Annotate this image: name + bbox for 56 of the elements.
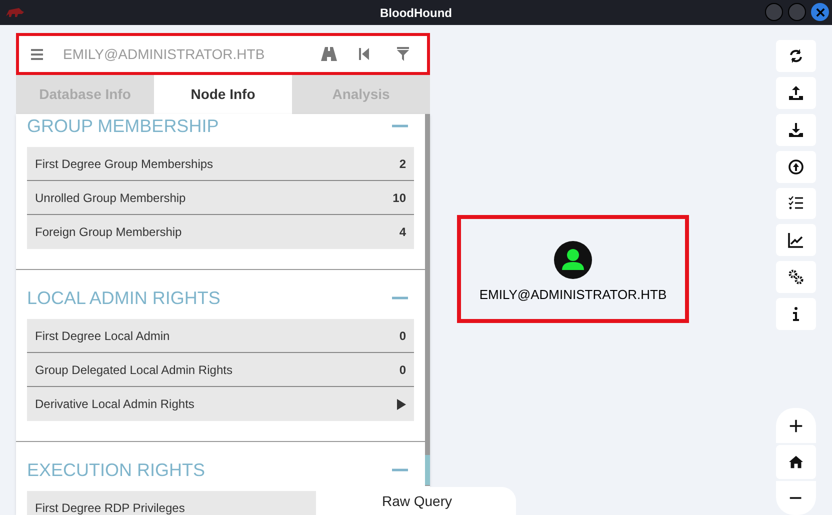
node-label: EMILY@ADMINISTRATOR.HTB (479, 286, 667, 304)
play-icon (397, 398, 406, 410)
row-count: 0 (399, 362, 406, 378)
road-icon[interactable] (321, 47, 337, 61)
info-row[interactable]: First Degree Group Memberships 2 (27, 147, 414, 181)
toolbar-button[interactable] (776, 188, 816, 220)
download-icon (788, 122, 804, 138)
dog-icon (5, 6, 25, 18)
toolbar-button[interactable] (776, 150, 816, 182)
raw-query-tab[interactable]: Raw Query (318, 487, 516, 515)
info-row[interactable]: Group Delegated Local Admin Rights 0 (27, 353, 414, 387)
checklist-icon (788, 195, 804, 212)
row-label: First Degree Group Memberships (35, 156, 214, 172)
upload-icon (788, 84, 804, 101)
row-label: Group Delegated Local Admin Rights (35, 362, 232, 378)
tab[interactable]: Node Info (154, 75, 292, 114)
zoom-in-button[interactable] (776, 408, 816, 443)
close-button[interactable] (811, 3, 829, 21)
section-heading: EXECUTION RIGHTS (27, 458, 206, 482)
search-value: EMILY@ADMINISTRATOR.HTB (63, 44, 266, 64)
row-count: 4 (399, 224, 406, 241)
toolbar-button[interactable] (776, 298, 816, 330)
menu-icon[interactable] (31, 48, 43, 60)
filter-icon[interactable] (397, 47, 409, 61)
info-row[interactable]: Unrolled Group Membership 10 (27, 181, 414, 215)
user-icon (554, 241, 592, 280)
toolbar-button[interactable] (776, 114, 816, 146)
toolbar-button[interactable] (776, 40, 816, 72)
row-label: Unrolled Group Membership (35, 190, 186, 206)
home-icon (789, 455, 803, 469)
toolbar-button[interactable] (776, 224, 816, 256)
window-title: BloodHound (379, 4, 453, 22)
info-row[interactable]: Derivative Local Admin Rights (27, 387, 414, 421)
section-heading: LOCAL ADMIN RIGHTS (27, 286, 220, 310)
toolbar-button[interactable] (776, 76, 816, 109)
refresh-icon (788, 48, 804, 64)
info-row[interactable]: First Degree Local Admin 0 (27, 319, 414, 353)
row-label: First Degree Local Admin (35, 328, 170, 344)
skip-back-icon[interactable] (359, 48, 369, 60)
scroll-bar[interactable] (425, 114, 430, 486)
row-label: First Degree RDP Privileges (35, 500, 185, 515)
row-count: 0 (399, 328, 406, 344)
close-icon (816, 8, 824, 16)
row-count: 10 (392, 190, 406, 206)
row-count: 2 (399, 156, 406, 172)
info-row[interactable]: Foreign Group Membership 4 (27, 215, 414, 249)
section-heading: GROUP MEMBERSHIP (27, 114, 219, 138)
arrow-up-circle-icon (788, 158, 804, 175)
info-row[interactable]: First Degree RDP Privileges (27, 491, 316, 515)
row-label: Foreign Group Membership (35, 224, 182, 241)
plus-icon (789, 418, 803, 432)
toolbar-button[interactable] (776, 261, 816, 294)
home-button[interactable] (776, 445, 816, 479)
line-chart-icon (788, 232, 804, 248)
graph-node[interactable]: EMILY@ADMINISTRATOR.HTB (457, 215, 689, 323)
row-label: Derivative Local Admin Rights (35, 396, 194, 413)
